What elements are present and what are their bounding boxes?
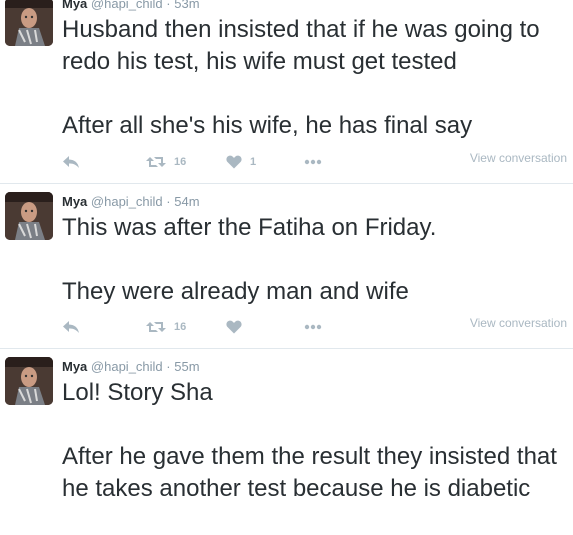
more-icon [304, 159, 322, 165]
more-button[interactable] [304, 151, 322, 173]
retweet-count: 16 [174, 156, 187, 168]
retweet-button[interactable]: 16 [146, 151, 186, 173]
view-conversation-link[interactable]: View conversation [470, 316, 567, 330]
more-icon [304, 324, 322, 330]
tweet-text: Lol! Story Sha After he gave them the re… [62, 379, 557, 502]
avatar[interactable] [5, 357, 53, 405]
timestamp[interactable]: 55m [174, 359, 199, 374]
tweet-text: Husband then insisted that if he was goi… [62, 16, 540, 139]
timestamp[interactable]: 54m [174, 194, 199, 209]
user-name[interactable]: Mya [62, 0, 87, 11]
tweet-2[interactable]: Mya @hapi_child · 54m This was after the… [0, 184, 573, 348]
tweet-1[interactable]: Mya @hapi_child · 53m Husband then insis… [0, 0, 573, 182]
retweet-count: 16 [174, 321, 187, 333]
retweet-icon [146, 322, 166, 332]
tweet-text: This was after the Fatiha on Friday. The… [62, 214, 437, 305]
tweet-header: Mya @hapi_child · 53m [62, 0, 200, 12]
heart-icon [226, 155, 242, 169]
like-count: 1 [250, 156, 257, 168]
user-name[interactable]: Mya [62, 194, 87, 209]
more-button[interactable] [304, 316, 322, 338]
view-conversation-link[interactable]: View conversation [470, 151, 567, 165]
like-button[interactable]: 1 [226, 151, 256, 173]
tweet-header: Mya @hapi_child · 54m [62, 194, 200, 210]
timestamp[interactable]: 53m [174, 0, 199, 11]
separator: · [166, 0, 171, 11]
separator: · [166, 359, 171, 374]
reply-icon [63, 156, 79, 168]
reply-button[interactable] [62, 316, 80, 338]
avatar-image [5, 192, 53, 240]
user-handle[interactable]: @hapi_child [91, 359, 163, 374]
avatar-image [5, 357, 53, 405]
reply-button[interactable] [62, 151, 80, 173]
tweet-header: Mya @hapi_child · 55m [62, 359, 200, 375]
retweet-icon [146, 157, 166, 167]
reply-icon [63, 321, 79, 333]
separator: · [166, 194, 171, 209]
avatar-image [5, 0, 53, 46]
avatar[interactable] [5, 192, 53, 240]
avatar[interactable] [5, 0, 53, 46]
user-handle[interactable]: @hapi_child [91, 0, 163, 11]
user-handle[interactable]: @hapi_child [91, 194, 163, 209]
tweet-3[interactable]: Mya @hapi_child · 55m Lol! Story Sha Aft… [0, 349, 573, 535]
like-button[interactable] [226, 316, 242, 338]
retweet-button[interactable]: 16 [146, 316, 186, 338]
heart-icon [226, 320, 242, 334]
user-name[interactable]: Mya [62, 359, 87, 374]
